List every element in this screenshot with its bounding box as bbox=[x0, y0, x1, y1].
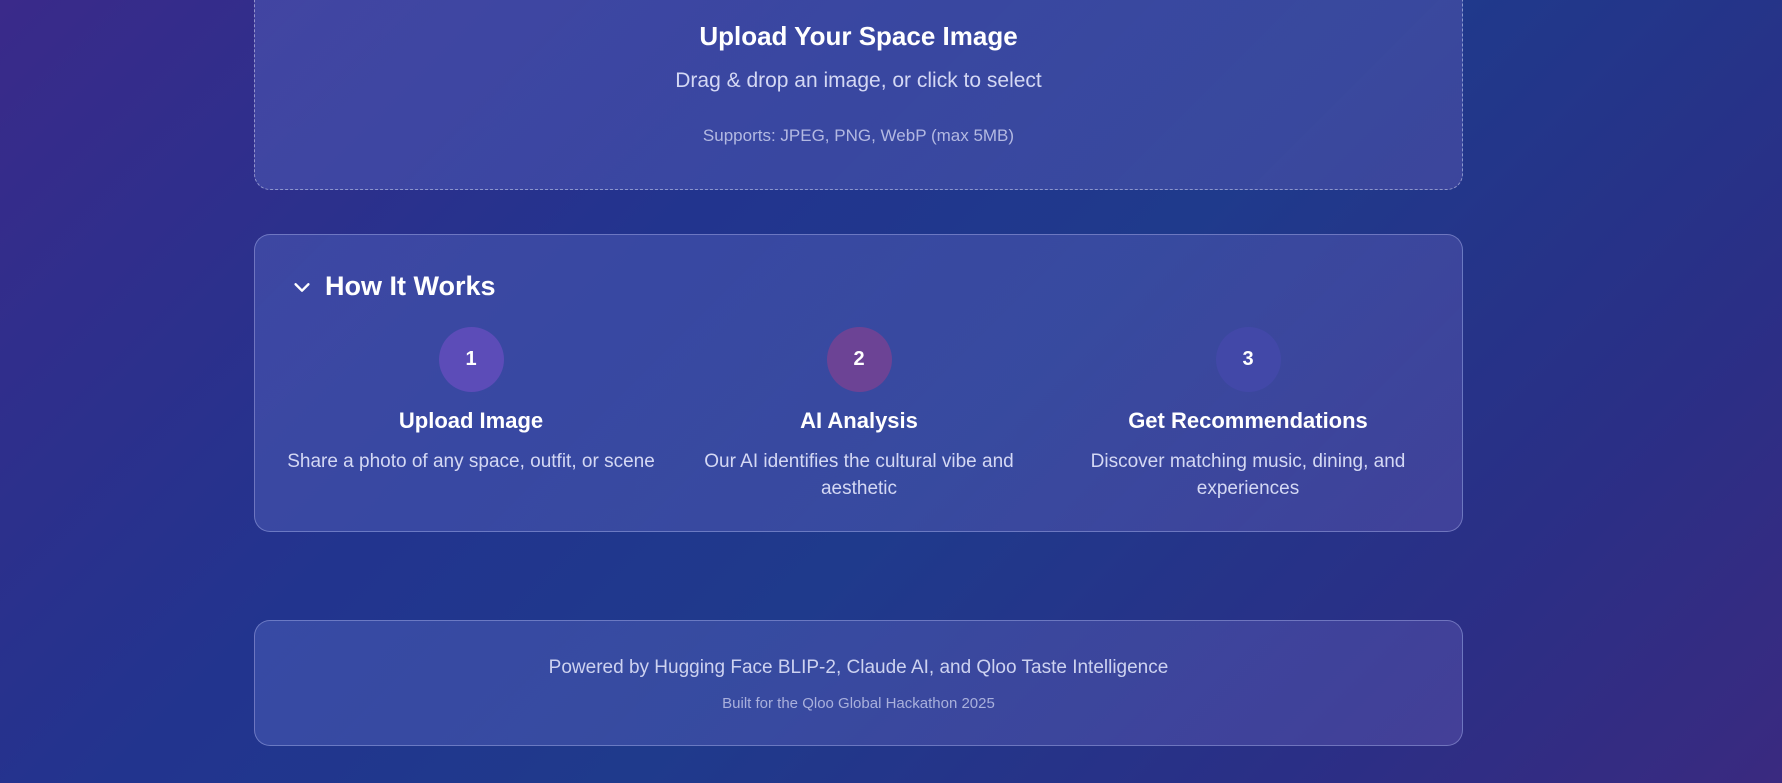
step-number-badge: 2 bbox=[826, 327, 892, 392]
how-it-works-toggle[interactable]: How It Works bbox=[291, 271, 496, 302]
how-it-works-panel: How It Works 1 Upload Image Share a phot… bbox=[254, 234, 1463, 532]
step-title: AI Analysis bbox=[800, 408, 918, 433]
step-number-badge: 3 bbox=[1215, 327, 1281, 392]
upload-formats: Supports: JPEG, PNG, WebP (max 5MB) bbox=[702, 126, 1015, 145]
step-description: Discover matching music, dining, and exp… bbox=[1090, 451, 1406, 499]
footer: Powered by Hugging Face BLIP-2, Claude A… bbox=[254, 620, 1463, 746]
how-it-works-title: How It Works bbox=[325, 271, 496, 301]
footer-built-for: Built for the Qloo Global Hackathon 2025 bbox=[722, 695, 995, 712]
step-number-badge: 1 bbox=[438, 327, 504, 392]
step-description: Share a photo of any space, outfit, or s… bbox=[287, 451, 655, 472]
upload-subtitle: Drag & drop an image, or click to select bbox=[675, 69, 1042, 92]
upload-dropzone[interactable]: Upload Your Space Image Drag & drop an i… bbox=[254, 0, 1463, 190]
step-title: Upload Image bbox=[398, 408, 544, 433]
step-get-recommendations: 3 Get Recommendations Discover matching … bbox=[1053, 327, 1443, 502]
upload-title: Upload Your Space Image bbox=[699, 21, 1018, 51]
step-upload-image: 1 Upload Image Share a photo of any spac… bbox=[276, 327, 666, 475]
step-title: Get Recommendations bbox=[1128, 408, 1368, 433]
step-description: Our AI identifies the cultural vibe and … bbox=[704, 451, 1014, 499]
footer-powered-by: Powered by Hugging Face BLIP-2, Claude A… bbox=[548, 657, 1169, 678]
step-ai-analysis: 2 AI Analysis Our AI identifies the cult… bbox=[664, 327, 1054, 502]
chevron-down-icon bbox=[294, 282, 310, 292]
